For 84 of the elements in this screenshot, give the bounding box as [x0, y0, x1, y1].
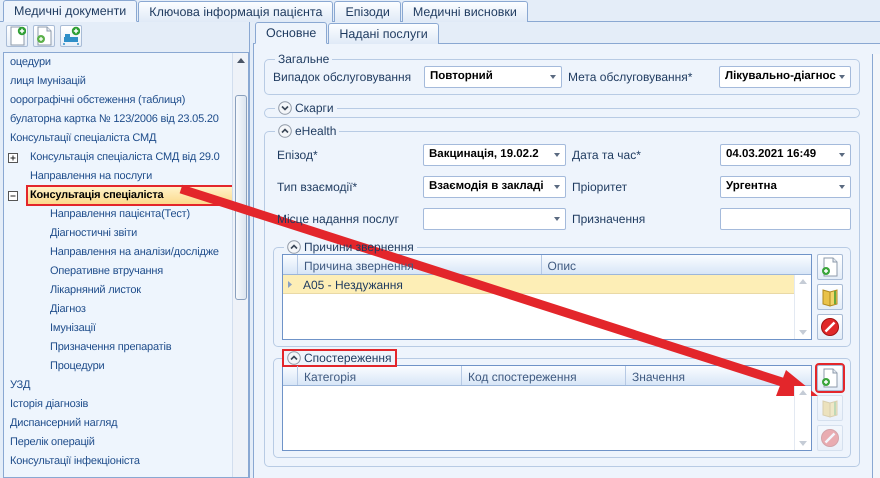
field-label: Тип взаємодії* [277, 179, 358, 196]
tree-item[interactable]: Діагноз [4, 300, 232, 319]
add-record-button[interactable] [60, 25, 82, 47]
caret-icon [551, 183, 563, 191]
tree-item[interactable]: Призначення препаратів [4, 338, 232, 357]
collapse-icon[interactable] [287, 240, 301, 254]
tree-item[interactable]: Направлення пацієнта(Тест) [4, 205, 232, 224]
new-document-button[interactable] [6, 25, 28, 47]
prohibition-icon [820, 428, 840, 448]
caret-icon [551, 215, 563, 223]
tab[interactable]: Епізоди [334, 1, 401, 22]
document-add-icon [35, 26, 53, 46]
tab[interactable]: Медичні висновки [402, 1, 528, 22]
tree-item[interactable]: оорографічні обстеження (таблиця) [4, 91, 232, 110]
dropdown[interactable] [423, 208, 566, 230]
caret-icon [547, 73, 559, 81]
tree-item[interactable]: Консультації інфекціоніста [4, 452, 232, 471]
field-label: Призначення [572, 211, 646, 228]
tree-item[interactable]: лиця Імунізацій [4, 72, 232, 91]
prohibition-icon [820, 317, 840, 337]
minus-box-icon[interactable] [8, 190, 18, 200]
tree-item[interactable]: Консультація спеціаліста СМД від 29.0 [4, 148, 232, 167]
tree-item[interactable]: Імунізації [4, 319, 232, 338]
collapse-icon[interactable] [278, 124, 292, 138]
tree-item[interactable]: оцедури [4, 53, 232, 72]
field-label: Випадок обслуговування [273, 69, 412, 86]
dropdown[interactable]: Повторний [424, 66, 562, 88]
caret-icon [836, 151, 848, 159]
bed-plus-icon [62, 26, 80, 46]
dropdown[interactable]: Ургентна [720, 176, 851, 198]
tree-item[interactable]: Направлення на послуги [4, 167, 232, 186]
tree-item[interactable]: Перелік операцій [4, 433, 232, 452]
document-add-icon [820, 257, 838, 277]
add-document-button[interactable] [33, 25, 55, 47]
caret-icon [836, 183, 848, 191]
plus-box-icon[interactable] [8, 152, 18, 162]
dropdown[interactable]: Вакцинація, 19.02.2 [423, 144, 566, 166]
field-label: Пріоритет [572, 179, 628, 196]
tree-item[interactable]: булаторна картка № 123/2006 від 23.05.20 [4, 110, 232, 129]
tree-item[interactable]: Історія діагнозів [4, 395, 232, 414]
column-header[interactable]: Причина звернення [297, 255, 541, 274]
tree-item[interactable]: Оперативне втручання [4, 262, 232, 281]
field-label: Дата та час* [572, 147, 642, 164]
caret-icon [551, 151, 563, 159]
tab[interactable]: Ключова інформація пацієнта [138, 1, 334, 22]
section-title: Скарги [295, 101, 334, 115]
delete-button[interactable] [816, 314, 842, 340]
tree-item[interactable]: Консультації спеціаліста СМД [4, 129, 232, 148]
book-icon [820, 287, 838, 307]
add-button[interactable] [816, 254, 842, 280]
scroll-down-icon[interactable] [798, 440, 808, 447]
section-title: Загальне [278, 52, 330, 66]
field-label: Епізод* [277, 147, 319, 164]
tab[interactable]: Надані послуги [328, 23, 439, 44]
tab[interactable]: Основне [255, 22, 328, 44]
collapse-icon[interactable] [287, 351, 301, 365]
add-button[interactable] [816, 365, 842, 391]
tab[interactable]: Медичні документи [3, 0, 138, 22]
expand-icon[interactable] [278, 101, 292, 115]
dropdown[interactable]: Взаємодія в закладі [423, 176, 566, 198]
section-title: Спостереження [304, 351, 392, 365]
column-header[interactable]: Опис [540, 255, 794, 274]
column-header[interactable]: Категорія [297, 366, 461, 385]
dropdown[interactable]: 04.03.2021 16:49 [720, 144, 851, 166]
text-field[interactable] [720, 208, 851, 230]
field-label: Мета обслуговування* [568, 69, 694, 86]
tree-item[interactable]: Направлення на аналізи/дослідже [4, 243, 232, 262]
document-plus-icon [8, 26, 26, 46]
dropdown[interactable]: Лікувально-діагнос [719, 66, 851, 88]
column-header[interactable]: Код спостереження [461, 366, 625, 385]
tree-item[interactable]: Диспансерний нагляд [4, 414, 232, 433]
table-row[interactable]: A05 - Нездужання [283, 275, 794, 294]
tree-item[interactable]: УЗД [4, 376, 232, 395]
tree-item[interactable]: Діагностичні звіти [4, 224, 232, 243]
section-title: eHealth [295, 124, 336, 138]
tree-item[interactable]: Процедури [4, 357, 232, 376]
tree-item[interactable]: Лікарняний листок [4, 281, 232, 300]
table-cell-text: A05 - Нездужання [302, 277, 404, 293]
book-icon [820, 398, 838, 418]
caret-icon [836, 73, 848, 81]
scroll-down-icon[interactable] [798, 329, 808, 336]
document-add-icon [820, 368, 838, 388]
row-pointer-icon [287, 280, 293, 288]
scroll-up-icon[interactable] [236, 57, 246, 65]
